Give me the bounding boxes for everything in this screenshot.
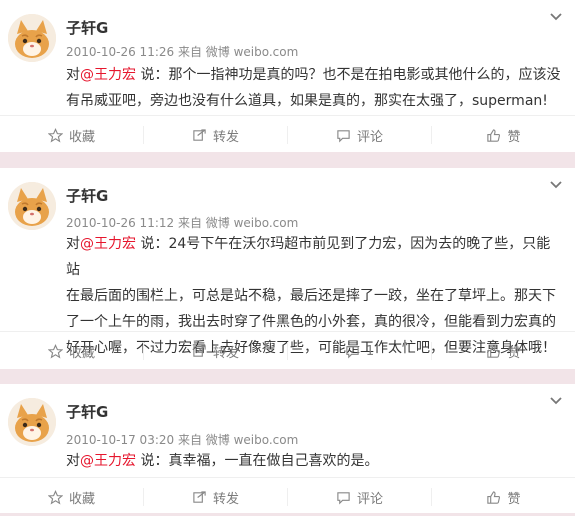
username[interactable]: 子轩G: [66, 401, 108, 422]
like-label: 赞: [507, 129, 521, 145]
text-line: 对@王力宏 说：24号下午在沃尔玛超市前见到了力宏，因为去的晚了些，只能站: [66, 231, 561, 283]
cat-avatar-icon: [8, 14, 56, 62]
post-text: 对@王力宏 说：真幸福，一直在做自己喜欢的是。: [66, 448, 561, 474]
thumbs-up-icon: [487, 490, 501, 504]
text-prefix: 对: [66, 453, 80, 469]
text-prefix: 对: [66, 236, 80, 252]
comment-icon: [337, 129, 350, 142]
star-icon: [47, 343, 63, 359]
avatar[interactable]: [8, 14, 56, 62]
action-bar: 收藏 转发 评论 赞: [0, 115, 575, 154]
username[interactable]: 子轩G: [66, 17, 108, 38]
repost-icon: [193, 344, 206, 357]
repost-icon: [193, 128, 206, 141]
favorite-label: 收藏: [68, 129, 95, 145]
favorite-button[interactable]: 收藏: [0, 116, 143, 154]
post-meta: 2010-10-26 11:26 来自 微博 weibo.com: [66, 45, 299, 59]
text-prefix: 对: [66, 67, 80, 83]
post-meta: 2010-10-17 03:20 来自 微博 weibo.com: [66, 433, 299, 447]
repost-icon: [193, 490, 206, 503]
repost-button[interactable]: 转发: [144, 332, 287, 370]
like-button[interactable]: 赞: [432, 332, 575, 370]
comment-button[interactable]: 评论: [288, 478, 431, 516]
cat-avatar-icon: [8, 182, 56, 230]
action-bar: 收藏 转发 1 赞: [0, 331, 575, 370]
thumbs-up-icon: [487, 128, 501, 142]
post-card: 子轩G 2010-10-26 11:26 来自 微博 weibo.com 对@王…: [0, 0, 575, 152]
comment-count: 1: [365, 343, 375, 359]
weibo-feed: 子轩G 2010-10-26 11:26 来自 微博 weibo.com 对@王…: [0, 0, 575, 513]
mention-link[interactable]: @王力宏: [80, 453, 136, 469]
avatar[interactable]: [8, 398, 56, 446]
text-line: 对@王力宏 说：那个一指神功是真的吗？也不是在拍电影或其他什么的，应该没: [66, 62, 561, 88]
comment-button[interactable]: 1: [288, 332, 431, 370]
cat-avatar-icon: [8, 398, 56, 446]
favorite-button[interactable]: 收藏: [0, 478, 143, 516]
like-button[interactable]: 赞: [432, 478, 575, 516]
comment-icon: [337, 491, 350, 504]
star-icon: [47, 127, 63, 143]
avatar[interactable]: [8, 182, 56, 230]
text-segment: 说：24号下午在沃尔玛超市前见到了力宏，因为去的晚了些，只能站: [66, 236, 551, 278]
comment-button[interactable]: 评论: [288, 116, 431, 154]
thumbs-up-icon: [487, 344, 501, 358]
favorite-label: 收藏: [68, 345, 95, 361]
chevron-down-icon[interactable]: [549, 178, 563, 192]
favorite-label: 收藏: [68, 491, 95, 507]
repost-label: 转发: [212, 345, 239, 361]
post-card: 子轩G 2010-10-17 03:20 来自 微博 weibo.com 对@王…: [0, 384, 575, 513]
chevron-down-icon[interactable]: [549, 10, 563, 24]
favorite-button[interactable]: 收藏: [0, 332, 143, 370]
like-button[interactable]: 赞: [432, 116, 575, 154]
action-bar: 收藏 转发 评论 赞: [0, 477, 575, 516]
username[interactable]: 子轩G: [66, 185, 108, 206]
star-icon: [47, 489, 63, 505]
mention-link[interactable]: @王力宏: [80, 236, 136, 252]
text-line: 对@王力宏 说：真幸福，一直在做自己喜欢的是。: [66, 448, 561, 474]
comment-label: 评论: [356, 129, 383, 145]
chevron-down-icon[interactable]: [549, 394, 563, 408]
like-label: 赞: [507, 491, 521, 507]
like-label: 赞: [507, 345, 521, 361]
text-line: 在最后面的围栏上，可总是站不稳，最后还是摔了一跤，坐在了草坪上。那天下: [66, 288, 556, 304]
repost-label: 转发: [212, 129, 239, 145]
comment-icon: [346, 345, 359, 358]
repost-button[interactable]: 转发: [144, 116, 287, 154]
mention-link[interactable]: @王力宏: [80, 67, 136, 83]
post-card: 子轩G 2010-10-26 11:12 来自 微博 weibo.com 对@王…: [0, 168, 575, 369]
repost-button[interactable]: 转发: [144, 478, 287, 516]
post-text: 对@王力宏 说：那个一指神功是真的吗？也不是在拍电影或其他什么的，应该没 有吊威…: [66, 62, 561, 114]
repost-label: 转发: [212, 491, 239, 507]
comment-label: 评论: [356, 491, 383, 507]
text-line: 有吊威亚吧，旁边也没有什么道具，如果是真的，那实在太强了，superman!: [66, 93, 548, 109]
text-segment: 说：真幸福，一直在做自己喜欢的是。: [136, 453, 379, 469]
text-segment: 说：那个一指神功是真的吗？也不是在拍电影或其他什么的，应该没: [136, 67, 561, 83]
post-meta: 2010-10-26 11:12 来自 微博 weibo.com: [66, 216, 299, 230]
